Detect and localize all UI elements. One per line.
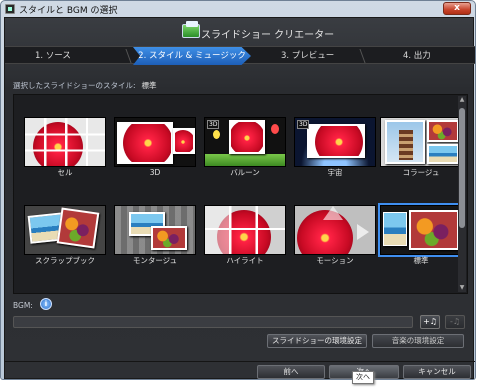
selected-style-value: 標準 — [141, 81, 157, 90]
style-name: スクラップブック — [35, 256, 95, 265]
add-music-button[interactable]: +♫ — [420, 315, 440, 329]
style-grid: セル 3D 3D バルーン 3D 宇宙 コラージュ スクラップブック モンタージ… — [13, 94, 468, 294]
style-name: モンタージュ — [132, 256, 178, 265]
style-tile-standard[interactable]: 標準 — [377, 202, 467, 272]
style-thumbnail — [24, 117, 106, 167]
style-name: セル — [57, 168, 73, 177]
step-separator — [354, 49, 366, 63]
bgm-label: BGM: — [13, 301, 33, 310]
style-name: 標準 — [413, 256, 429, 265]
step-preview[interactable]: 3. プレビュー — [281, 47, 334, 65]
slideshow-settings-button[interactable]: スライドショーの環境設定 — [267, 334, 367, 348]
close-button[interactable]: x — [443, 2, 471, 15]
wizard-steps: 1. ソース 2. スタイル & ミュージック 3. プレビュー 4. 出力 — [5, 46, 475, 65]
next-tooltip: 次へ — [352, 371, 374, 384]
style-thumbnail — [114, 117, 196, 167]
step-style-music[interactable]: 2. スタイル & ミュージック — [133, 47, 251, 65]
3d-badge: 3D — [297, 120, 310, 129]
cancel-button[interactable]: キャンセル — [403, 365, 471, 379]
style-tile-highlight[interactable]: ハイライト — [204, 205, 286, 267]
scroll-thumb[interactable] — [459, 108, 465, 228]
step-output[interactable]: 4. 出力 — [403, 47, 431, 65]
scroll-down-arrow-icon[interactable]: ▼ — [458, 284, 466, 292]
title-bar[interactable]: スタイルと BGM の選択 x — [1, 1, 475, 17]
dialog-window: スタイルと BGM の選択 x スライドショー クリエーター 1. ソース 2.… — [0, 0, 476, 380]
style-tile-collage[interactable]: コラージュ — [380, 117, 462, 179]
step-source[interactable]: 1. ソース — [35, 47, 71, 65]
3d-badge: 3D — [207, 120, 220, 129]
step-separator — [120, 49, 132, 63]
style-thumbnail: 3D — [294, 117, 376, 167]
info-icon[interactable]: i — [40, 298, 52, 310]
app-content: スライドショー クリエーター 1. ソース 2. スタイル & ミュージック 3… — [4, 17, 475, 379]
style-name: 宇宙 — [327, 168, 343, 177]
back-button[interactable]: 前へ — [257, 365, 325, 379]
style-thumbnail — [204, 205, 286, 255]
music-settings-button[interactable]: 音楽の環境設定 — [372, 334, 464, 348]
style-tile-montage[interactable]: モンタージュ — [114, 205, 196, 267]
style-name: モーション — [316, 256, 354, 265]
style-tile-cell[interactable]: セル — [24, 117, 106, 179]
style-tile-3d[interactable]: 3D — [114, 117, 196, 179]
style-grid-scrollbar[interactable]: ▲ ▼ — [458, 96, 466, 292]
app-icon — [5, 4, 15, 14]
style-name: バルーン — [230, 168, 260, 177]
style-tile-balloon[interactable]: 3D バルーン — [204, 117, 286, 179]
style-label-row: 選択したスライドショーのスタイル: 標準 — [13, 80, 157, 91]
style-tile-motion[interactable]: モーション — [294, 205, 376, 267]
style-thumbnail — [294, 205, 376, 255]
app-header: スライドショー クリエーター — [5, 18, 473, 44]
style-name: 3D — [149, 168, 161, 177]
style-tile-space[interactable]: 3D 宇宙 — [294, 117, 376, 179]
style-thumbnail: 3D — [204, 117, 286, 167]
style-tile-scrapbook[interactable]: スクラップブック — [24, 205, 106, 267]
style-thumbnail — [380, 117, 462, 167]
bgm-file-field[interactable] — [13, 316, 413, 328]
style-thumbnail — [114, 205, 196, 255]
remove-music-button[interactable]: -♫ — [445, 315, 465, 329]
footer-divider — [5, 361, 475, 362]
style-thumbnail — [24, 205, 106, 255]
window-title: スタイルと BGM の選択 — [19, 6, 118, 16]
slideshow-logo-icon — [182, 21, 200, 38]
style-name: ハイライト — [226, 256, 264, 265]
scroll-up-arrow-icon[interactable]: ▲ — [458, 96, 466, 104]
app-title: スライドショー クリエーター — [201, 30, 335, 41]
style-name: コラージュ — [402, 168, 440, 177]
style-thumbnail — [378, 203, 464, 257]
style-label: 選択したスライドショーのスタイル: — [13, 81, 136, 90]
